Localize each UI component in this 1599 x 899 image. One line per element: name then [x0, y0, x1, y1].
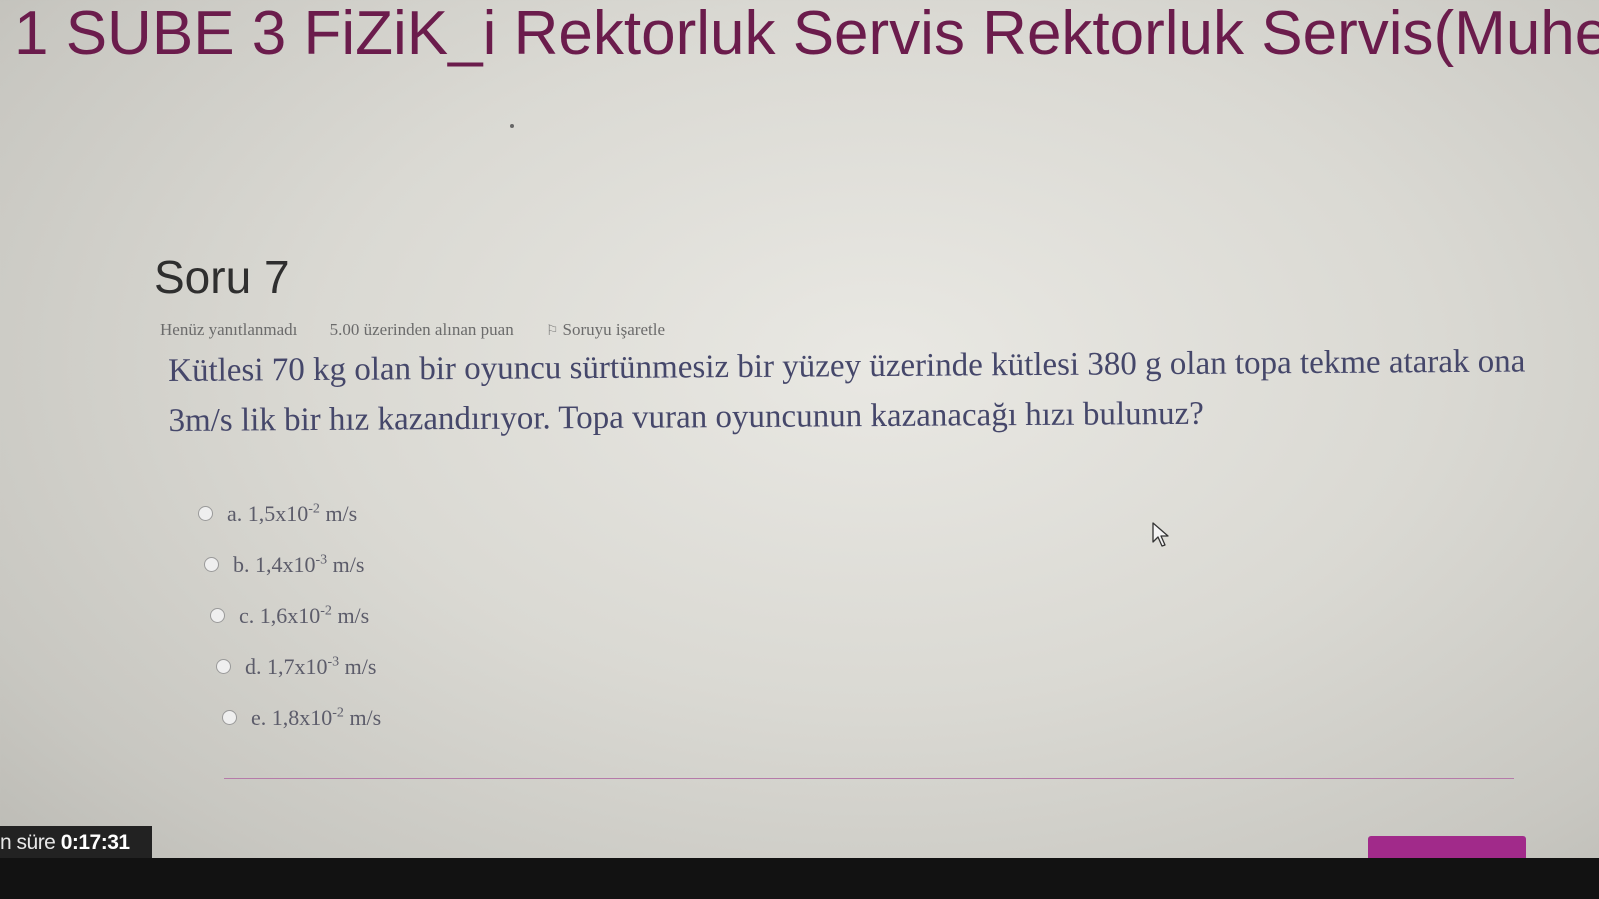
answer-options: a. 1,5x10-2 m/s b. 1,4x10-3 m/s c. 1,6x1… — [198, 488, 381, 743]
timer-value: 0:17:31 — [60, 831, 130, 854]
question-status: Henüz yanıtlanmadı — [160, 320, 298, 339]
next-page-button[interactable] — [1368, 836, 1526, 860]
option-label: b. 1,4x10-3 m/s — [233, 551, 365, 577]
option-label: c. 1,6x10-2 m/s — [239, 602, 370, 628]
course-title: 1 SUBE 3 FiZiK_i Rektorluk Servis Rektor… — [14, 0, 1599, 68]
question-text: Kütlesi 70 kg olan bir oyuncu sürtünmesi… — [168, 343, 1526, 439]
mouse-cursor-icon — [1152, 522, 1169, 547]
flag-icon: ⚐ — [545, 323, 559, 339]
flag-question-link[interactable]: ⚐ Soruyu işaretle — [546, 320, 693, 339]
radio-icon[interactable] — [216, 659, 231, 674]
answer-option-b[interactable]: b. 1,4x10-3 m/s — [204, 539, 381, 590]
question-meta: Henüz yanıtlanmadı 5.00 üzerinden alınan… — [160, 320, 721, 340]
section-divider — [224, 778, 1514, 779]
answer-option-d[interactable]: d. 1,7x10-3 m/s — [216, 641, 381, 692]
screen-bezel — [0, 858, 1599, 899]
answer-option-a[interactable]: a. 1,5x10-2 m/s — [198, 488, 381, 539]
radio-icon[interactable] — [204, 557, 219, 572]
answer-option-e[interactable]: e. 1,8x10-2 m/s — [222, 692, 381, 743]
flag-question-label: Soruyu işaretle — [562, 320, 665, 339]
question-points: 5.00 üzerinden alınan puan — [329, 320, 514, 339]
radio-icon[interactable] — [210, 608, 225, 623]
question-title: Soru 7 — [154, 251, 290, 303]
radio-icon[interactable] — [198, 506, 213, 521]
decorative-dot — [510, 124, 514, 128]
option-label: d. 1,7x10-3 m/s — [245, 653, 377, 679]
time-remaining: n süre 0:17:31 — [0, 826, 152, 860]
radio-icon[interactable] — [222, 710, 237, 725]
answer-option-c[interactable]: c. 1,6x10-2 m/s — [210, 590, 381, 641]
option-label: e. 1,8x10-2 m/s — [251, 704, 382, 730]
timer-label: n süre — [0, 831, 61, 854]
option-label: a. 1,5x10-2 m/s — [227, 500, 358, 526]
